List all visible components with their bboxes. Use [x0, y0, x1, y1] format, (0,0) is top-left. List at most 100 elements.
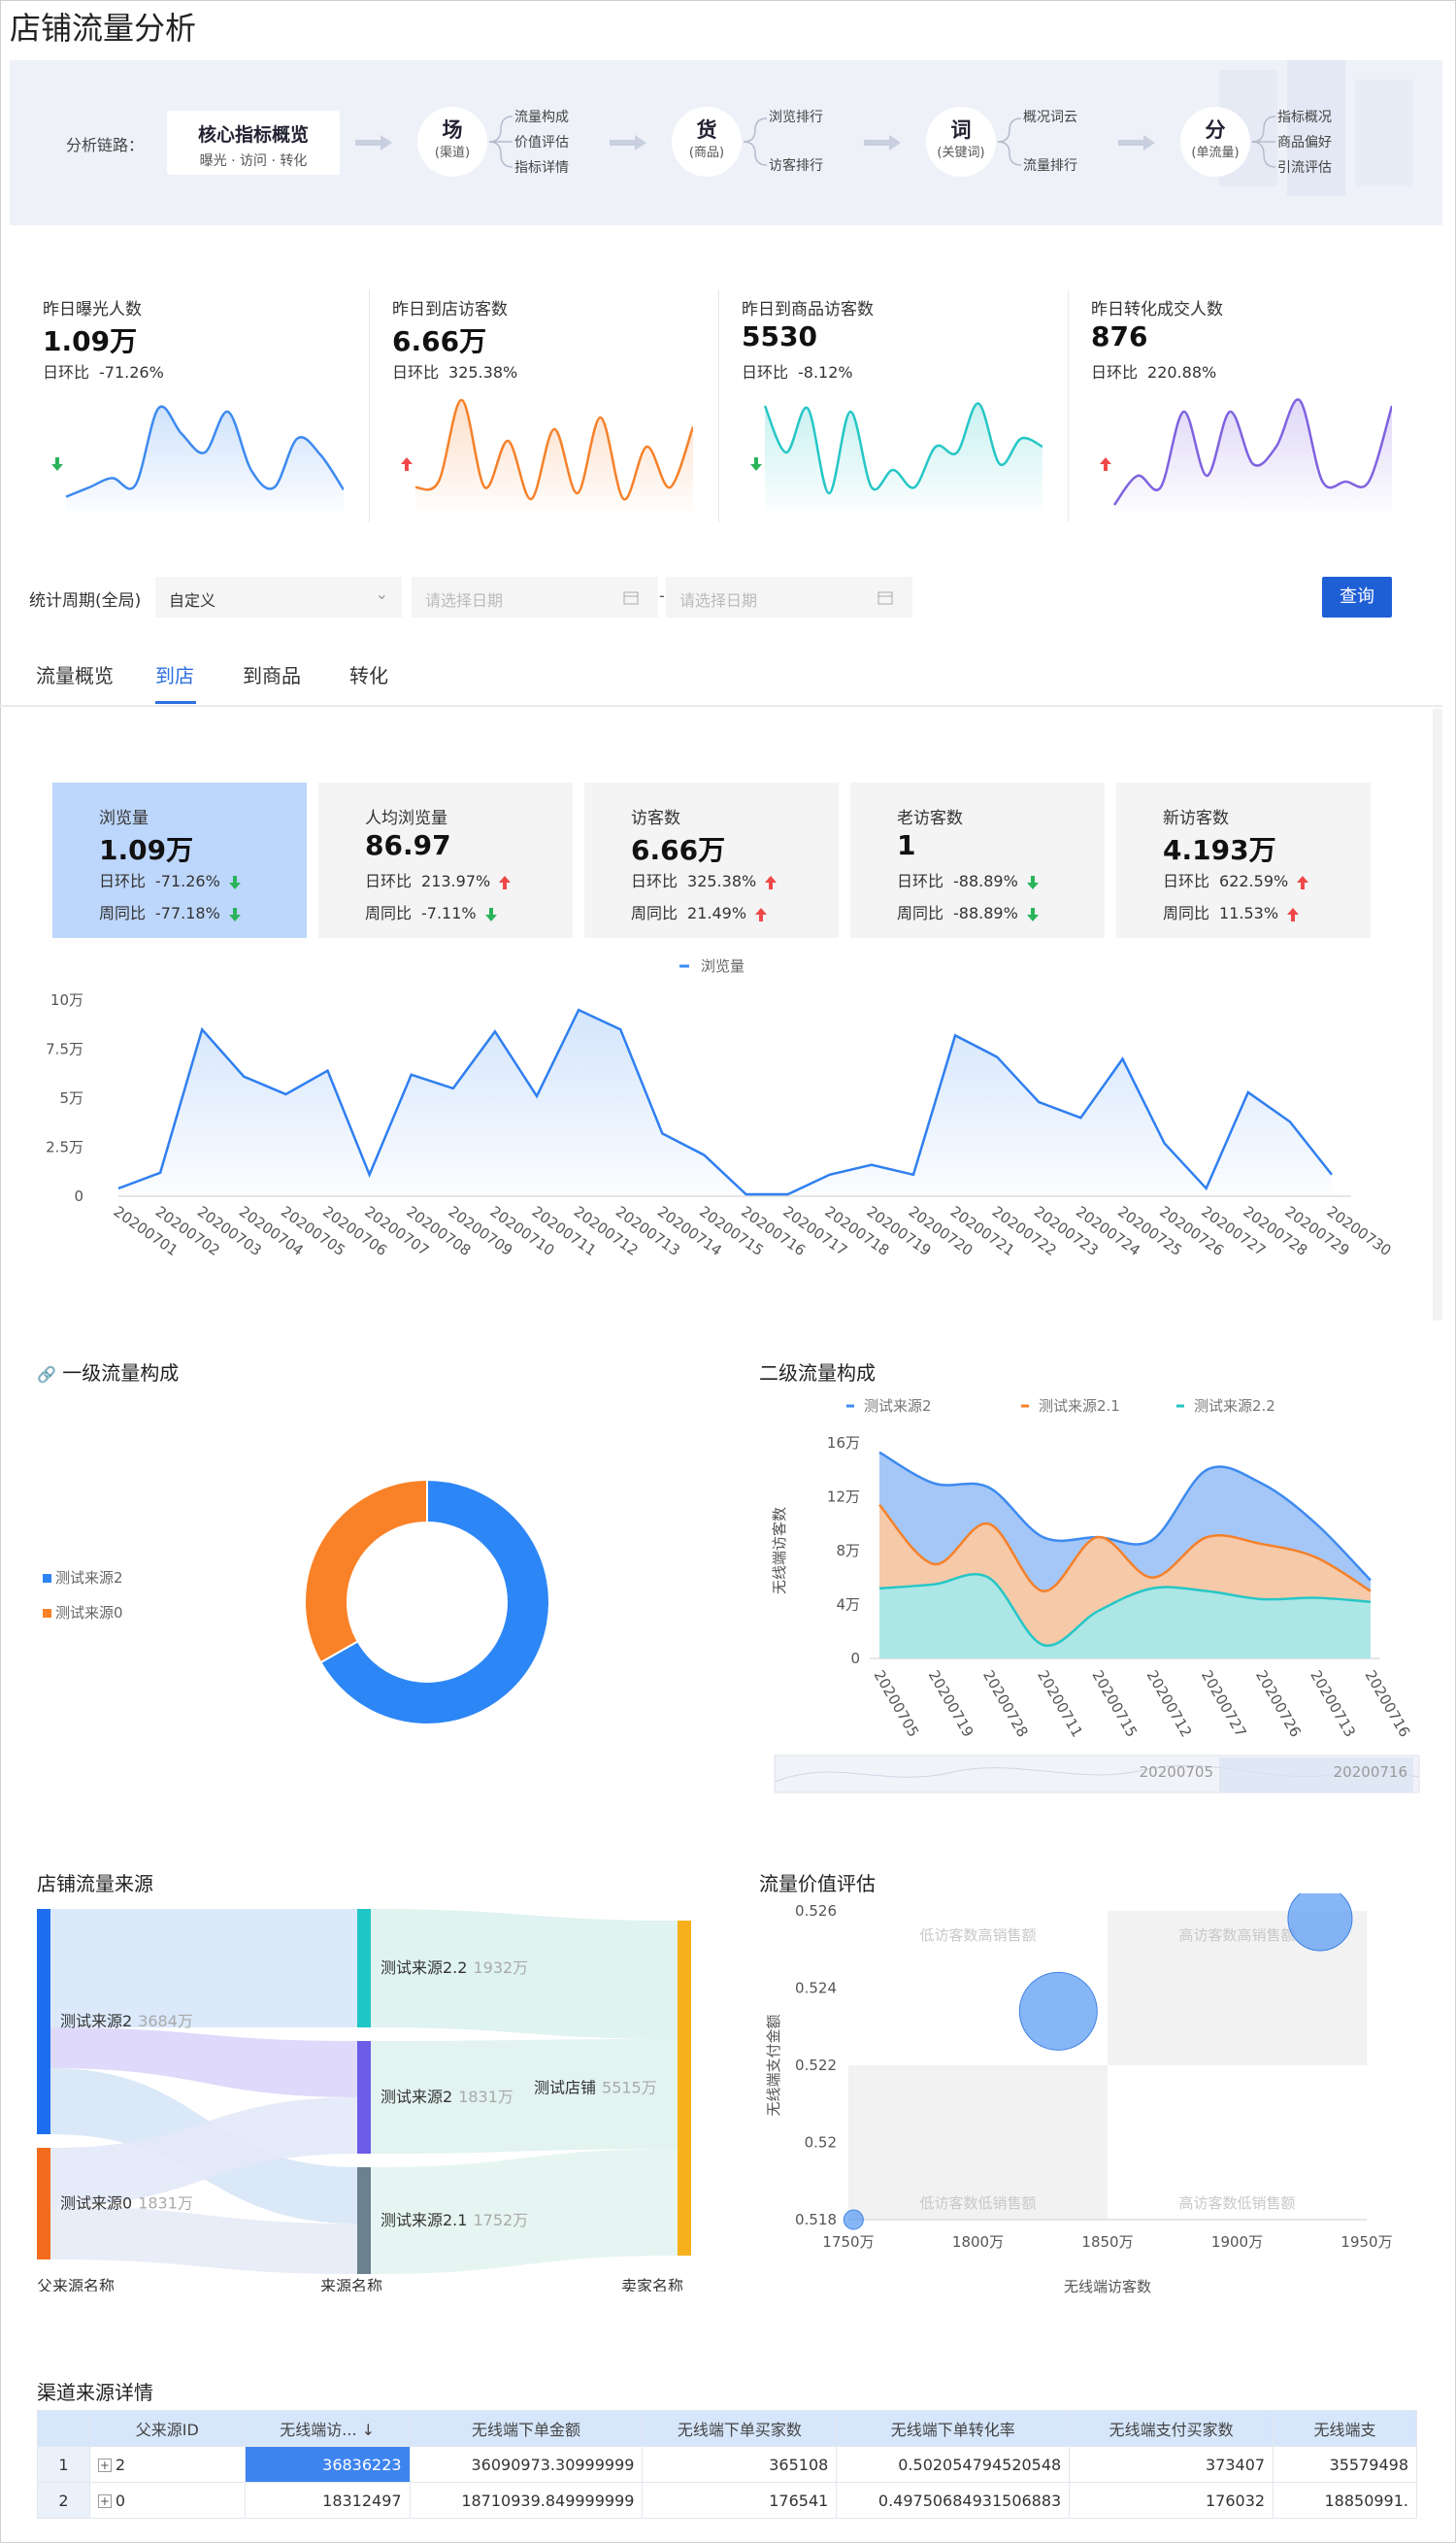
sankey-node[interactable]: [37, 1909, 50, 2134]
value-scatter-chart: 低访客数高销售额 高访客数高销售额低访客数低销售额 高访客数低销售额 0.518 0.5…: [765, 1893, 1393, 2295]
scatter-point[interactable]: [843, 2209, 864, 2230]
chain-subitem[interactable]: 流量排行: [1023, 155, 1077, 175]
main-legend[interactable]: 浏览量: [679, 957, 745, 975]
sankey-node[interactable]: [678, 1921, 691, 2256]
table-header-cell[interactable]: 无线端访... ↓: [244, 2410, 411, 2447]
kpi-sparkline: [414, 398, 693, 511]
chain-subitem[interactable]: 商品偏好: [1277, 132, 1332, 151]
y-tick-label: 0.524: [795, 1980, 837, 1997]
x-tick-label: 20200712: [1143, 1667, 1196, 1740]
chain-node-sub: (单流量): [1191, 146, 1240, 160]
kpi-ratio: 日环比 -8.12%: [742, 359, 853, 471]
zoom-slider[interactable]: 20200705 20200716: [774, 1755, 1420, 1793]
sankey-node[interactable]: [37, 2148, 50, 2259]
start-date-input[interactable]: 请选择日期: [412, 577, 658, 618]
sankey-node-label: 测试来源0 1831万: [60, 2194, 193, 2213]
card-ratio-label: 周同比: [365, 904, 413, 922]
kpi-2[interactable]: 昨日到商品访客数 5530 日环比 -8.12%: [742, 289, 1091, 527]
table-header-cell[interactable]: 父来源ID: [88, 2410, 246, 2447]
kpi-0[interactable]: 昨日曝光人数 1.09万 日环比 -71.26%: [43, 289, 392, 527]
x-tick-label: 20200713: [1307, 1667, 1359, 1740]
card-r2: 周同比 11.53%: [1163, 900, 1300, 923]
table-header-cell[interactable]: 无线端支: [1273, 2410, 1417, 2447]
metric-card-4[interactable]: 新访客数 4.193万 日环比 622.59% 周同比 11.53%: [1116, 783, 1371, 938]
y-tick-label: 0: [74, 1188, 83, 1205]
card-ratio-label: 周同比: [99, 904, 147, 922]
table-cell: 36836223: [244, 2446, 411, 2483]
chain-node-3[interactable]: 分 (单流量): [1180, 107, 1250, 177]
donut-legend-1[interactable]: 测试来源0: [43, 1602, 123, 1623]
tab-conversion[interactable]: 转化: [349, 660, 388, 688]
x-tick-label: 20200728: [979, 1667, 1032, 1740]
table-header-cell[interactable]: 无线端下单转化率: [836, 2410, 1071, 2447]
kpi-3[interactable]: 昨日转化成交人数 876 日环比 220.88%: [1091, 289, 1440, 527]
table-header-cell[interactable]: 无线端支付买家数: [1069, 2410, 1274, 2447]
scatter-point[interactable]: [1287, 1893, 1353, 1952]
period-select[interactable]: 自定义 ⌄: [155, 577, 402, 618]
kpi-divider: [1068, 289, 1069, 522]
chain-node-0[interactable]: 场 (渠道): [417, 107, 487, 177]
x-tick-label: 1800万: [952, 2233, 1004, 2251]
card-ratio-value: -7.11%: [421, 904, 477, 922]
sankey-node-label: 测试来源2.2 1932万: [381, 1958, 528, 1977]
metric-card-1[interactable]: 人均浏览量 86.97 日环比 213.97% 周同比 -7.11%: [318, 783, 573, 938]
sankey-node-name: 测试来源0: [60, 2194, 132, 2213]
area-legend-1[interactable]: 测试来源2.1: [1021, 1397, 1120, 1415]
card-r2: 周同比 21.49%: [631, 900, 768, 923]
table-row[interactable]: 2 +0 18312497 18710939.849999999 176541 0.497…: [37, 2482, 1417, 2519]
level1-title-text: 一级流量构成: [62, 1361, 180, 1385]
card-r1: 日环比 -71.26%: [99, 868, 242, 891]
chain-arrow-icon: [1118, 135, 1155, 151]
area-legend-2[interactable]: 测试来源2.2: [1176, 1397, 1275, 1415]
sankey-node-name: 测试来源2.1: [381, 2211, 467, 2229]
sankey-link[interactable]: [50, 1909, 357, 2027]
donut-legend-0[interactable]: 测试来源2: [43, 1567, 123, 1588]
donut-slice[interactable]: [304, 1478, 428, 1664]
sankey-node[interactable]: [357, 1909, 371, 2027]
y-tick-label: 2.5万: [46, 1139, 83, 1156]
table-row[interactable]: 1 +2 36836223 36090973.30999999 365108 0.5020…: [37, 2446, 1417, 2483]
chain-node-1[interactable]: 货 (商品): [672, 107, 742, 177]
metric-card-2[interactable]: 访客数 6.66万 日环比 325.38% 周同比 21.49%: [584, 783, 839, 938]
metric-card-0[interactable]: 浏览量 1.09万 日环比 -71.26% 周同比 -77.18%: [52, 783, 307, 938]
sankey-column-label: 卖家名称: [621, 2277, 683, 2292]
area-legend-0[interactable]: 测试来源2: [846, 1397, 932, 1415]
tab-to-store[interactable]: 到店: [155, 660, 194, 688]
kpi-ratio-label: 日环比: [43, 363, 90, 382]
expand-icon[interactable]: +: [97, 2459, 112, 2472]
metric-card-3[interactable]: 老访客数 1 日环比 -88.89% 周同比 -88.89%: [850, 783, 1105, 938]
tab-traffic-overview[interactable]: 流量概览: [36, 660, 114, 688]
chain-node-2[interactable]: 词 (关键词): [926, 107, 996, 177]
chain-subitem[interactable]: 引流评估: [1277, 157, 1332, 177]
scatter-point[interactable]: [1018, 1971, 1098, 2051]
chain-subitem[interactable]: 概况词云: [1023, 107, 1077, 126]
table-header-cell[interactable]: [37, 2410, 90, 2447]
core-title: 核心指标概览: [197, 124, 309, 146]
tab-to-product[interactable]: 到商品: [243, 660, 301, 688]
sankey-node-label: 测试来源2 1831万: [381, 2088, 513, 2106]
chain-subitem[interactable]: 流量构成: [514, 107, 569, 126]
kpi-1[interactable]: 昨日到店访客数 6.66万 日环比 325.38%: [392, 289, 742, 527]
end-date-input[interactable]: 请选择日期: [666, 577, 912, 618]
card-r1: 日环比 213.97%: [365, 868, 512, 891]
chain-subitem[interactable]: 浏览排行: [769, 107, 823, 126]
sankey-title: 店铺流量来源: [37, 1872, 153, 1895]
chain-subitem[interactable]: 指标详情: [514, 157, 569, 177]
chain-arrow-icon: [355, 135, 392, 151]
card-ratio-label: 周同比: [631, 904, 678, 922]
table-header-cell[interactable]: 无线端下单买家数: [642, 2410, 838, 2447]
chain-subitem[interactable]: 价值评估: [514, 132, 569, 151]
sankey-node[interactable]: [357, 2167, 371, 2274]
kpi-ratio-label: 日环比: [1091, 363, 1139, 382]
core-metrics-box[interactable]: 核心指标概览 曝光 · 访问 · 转化: [167, 111, 340, 175]
y-tick-label: 0.522: [795, 2057, 837, 2074]
chain-subitem[interactable]: 访客排行: [769, 155, 823, 175]
card-label: 老访客数: [897, 809, 963, 828]
query-button[interactable]: 查询: [1322, 577, 1392, 618]
expand-icon[interactable]: +: [97, 2494, 112, 2508]
chain-subitem[interactable]: 指标概况: [1277, 107, 1332, 126]
sparkline-area: [66, 406, 344, 511]
kpi-value: 5530: [742, 320, 817, 352]
table-header-cell[interactable]: 无线端下单金额: [409, 2410, 644, 2447]
sankey-node[interactable]: [357, 2041, 371, 2154]
